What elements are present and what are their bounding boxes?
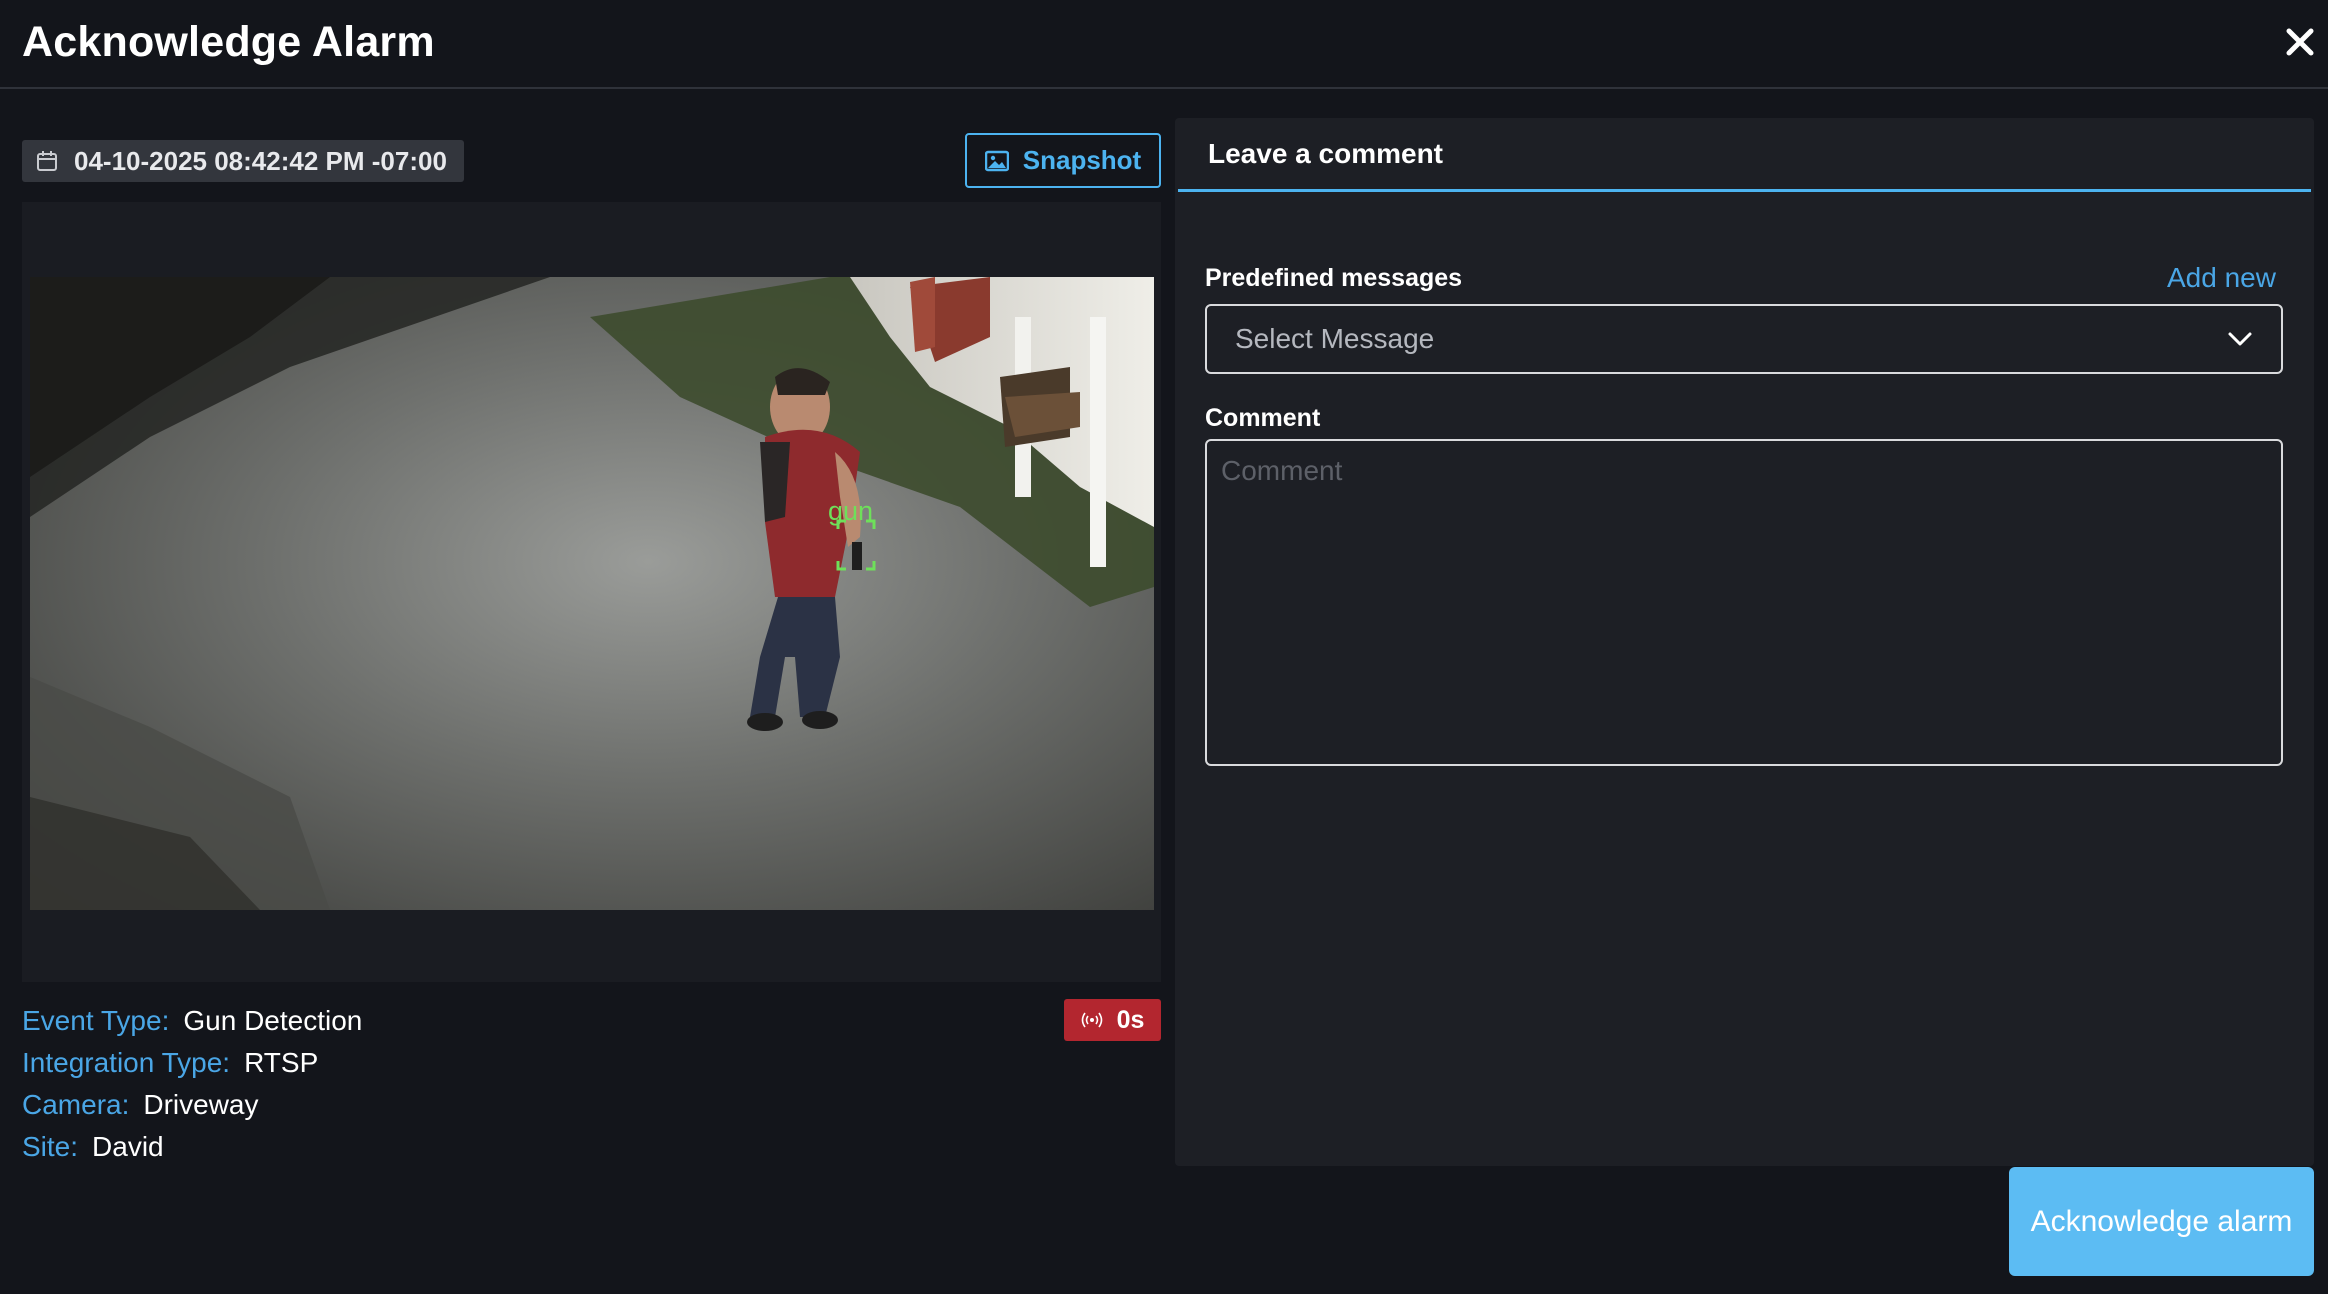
dialog-title: Acknowledge Alarm [22, 18, 435, 66]
integration-type-value: RTSP [244, 1047, 319, 1078]
camera-value: Driveway [143, 1089, 259, 1120]
site-label: Site: [22, 1131, 79, 1162]
close-button[interactable] [2284, 26, 2316, 58]
video-area: gun [22, 202, 1161, 982]
select-value: Select Message [1235, 323, 1435, 354]
timestamp-text: 04-10-2025 08:42:42 PM -07:00 [74, 145, 447, 176]
info-row-event-type: Event Type: Gun Detection [22, 1000, 722, 1042]
detection-label: gun [828, 496, 873, 526]
comment-panel: Leave a comment Predefined messages Add … [1175, 118, 2314, 1166]
calendar-icon [37, 151, 57, 171]
event-type-value: Gun Detection [183, 1005, 363, 1036]
predefined-message-select[interactable]: Select Message [1205, 304, 2283, 374]
duration-badge: 0s [1064, 999, 1161, 1041]
comment-field[interactable] [1205, 439, 2283, 766]
camera-image: gun [30, 277, 1154, 910]
comment-label: Comment [1205, 404, 1321, 432]
add-new-link[interactable]: Add new [2167, 262, 2276, 294]
duration-value: 0s [1116, 1005, 1145, 1034]
close-icon [2286, 28, 2314, 56]
dialog-header: Acknowledge Alarm [0, 0, 2328, 89]
tab-leave-comment[interactable]: Leave a comment [1178, 118, 2311, 192]
snapshot-button[interactable]: Snapshot [965, 133, 1161, 188]
camera-label: Camera: [22, 1089, 130, 1120]
image-icon [984, 150, 1009, 171]
chevron-down-icon [2228, 332, 2252, 346]
camera-snapshot[interactable]: gun [30, 277, 1154, 910]
predefined-messages-label: Predefined messages [1205, 264, 1463, 292]
integration-type-label: Integration Type: [22, 1047, 231, 1078]
tab-leave-comment-label: Leave a comment [1208, 138, 1443, 169]
snapshot-label: Snapshot [1022, 145, 1142, 175]
site-value: David [92, 1131, 164, 1162]
timestamp-badge: 04-10-2025 08:42:42 PM -07:00 [22, 140, 464, 182]
broadcast-icon [1081, 1012, 1102, 1028]
info-row-integration-type: Integration Type: RTSP [22, 1042, 722, 1084]
acknowledge-alarm-button[interactable]: Acknowledge alarm [2009, 1167, 2314, 1276]
event-type-label: Event Type: [22, 1005, 170, 1036]
info-row-site: Site: David [22, 1126, 722, 1168]
event-info: Event Type: Gun Detection Integration Typ… [22, 1000, 722, 1168]
info-row-camera: Camera: Driveway [22, 1084, 722, 1126]
